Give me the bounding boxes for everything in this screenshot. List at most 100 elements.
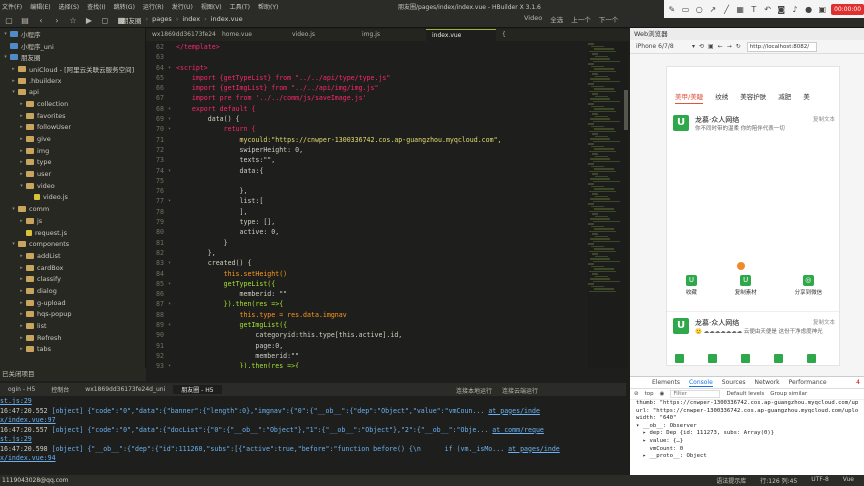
code-line[interactable]: 90 categoryid:this.type[this.active].id,	[146, 330, 624, 340]
fold-icon[interactable]	[168, 351, 176, 361]
code-line[interactable]: 82 },	[146, 248, 624, 258]
chevron-icon[interactable]: ▾	[2, 31, 9, 37]
device-select[interactable]: iPhone 6/7/8	[636, 43, 688, 50]
eye-icon[interactable]: ◉	[660, 391, 665, 397]
menu-item[interactable]: 发行(U)	[172, 2, 193, 12]
breadcrumb-item[interactable]: index	[182, 15, 200, 25]
fold-icon[interactable]: ▾	[168, 279, 176, 289]
console-tab[interactable]: wx1869dd36173fe24d_uni	[77, 386, 173, 393]
fold-icon[interactable]	[168, 135, 176, 145]
tree-item[interactable]: ▸ uniCloud - [阿里云关联云服务空间]	[0, 63, 145, 75]
tree-item[interactable]: ▸ dialog	[0, 285, 145, 297]
code-line[interactable]: 64 ▾ <script>	[146, 63, 624, 73]
minimap[interactable]	[588, 42, 628, 368]
speaker-icon[interactable]: ♪	[790, 4, 800, 15]
rotate-icon[interactable]: ⟲	[699, 43, 704, 50]
chevron-icon[interactable]: ▸	[10, 78, 17, 84]
fold-icon[interactable]: ▾	[168, 320, 176, 330]
tree-item[interactable]: ▾ 朋友圈	[0, 51, 145, 63]
code-line[interactable]: 68 ▾ export default {	[146, 104, 624, 114]
fold-icon[interactable]	[168, 269, 176, 279]
tree-item[interactable]: ▸ type	[0, 157, 145, 169]
code-line[interactable]: 85 ▾ getTypeList({	[146, 279, 624, 289]
menu-item[interactable]: 编辑(E)	[30, 2, 50, 12]
copy-text-button[interactable]: 复制文本	[813, 115, 835, 123]
code-line[interactable]: 76 },	[146, 186, 624, 196]
thumbnail[interactable]	[675, 354, 684, 363]
code-line[interactable]: 72 swiperHeight: 0,	[146, 145, 624, 155]
tree-item[interactable]: ▸ user	[0, 168, 145, 180]
rectangle-icon[interactable]: ▭	[681, 4, 691, 15]
log-source-link[interactable]: at pages/inde	[508, 445, 560, 453]
chevron-icon[interactable]: ▸	[18, 323, 25, 329]
fold-icon[interactable]	[168, 227, 176, 237]
log-levels-select[interactable]: Default levels	[726, 391, 764, 397]
chevron-icon[interactable]: ▸	[18, 346, 25, 352]
code-line[interactable]: 77 ▾ list:[	[146, 196, 624, 206]
console-tab[interactable]: 控制台	[43, 385, 77, 394]
chevron-icon[interactable]: ▾	[2, 54, 9, 60]
chevron-icon[interactable]: ▸	[18, 288, 25, 294]
chevron-icon[interactable]: ▸	[18, 159, 25, 165]
tree-item[interactable]: ▸ img	[0, 145, 145, 157]
code-line[interactable]: 91 page:0,	[146, 341, 624, 351]
tree-item[interactable]: ▸ Refresh	[0, 332, 145, 344]
forward-icon[interactable]: →	[727, 43, 732, 50]
run-status-item[interactable]: 连接本地运行	[456, 386, 492, 395]
fold-icon[interactable]	[168, 248, 176, 258]
fold-icon[interactable]	[168, 330, 176, 340]
chevron-icon[interactable]: ▸	[18, 136, 25, 142]
account-label[interactable]: 1119043028@qq.com	[0, 477, 69, 484]
chevron-icon[interactable]: ▸	[18, 148, 25, 154]
refresh-icon[interactable]: ↻	[736, 43, 741, 50]
tree-item[interactable]: ▾ video	[0, 180, 145, 192]
devtools-tab[interactable]: Network	[755, 379, 780, 386]
devtools-tab[interactable]: Sources	[722, 379, 746, 386]
status-item[interactable]: 语法提示库	[716, 476, 746, 485]
code-line[interactable]: 73 texts:"",	[146, 155, 624, 165]
tree-item[interactable]: ▾ api	[0, 86, 145, 98]
group-similar-checkbox[interactable]: Group similar	[770, 391, 807, 397]
chevron-icon[interactable]: ▸	[18, 311, 25, 317]
code-line[interactable]: 65 import {getTypeList} from "../../api/…	[146, 73, 624, 83]
code-line[interactable]: 81 }	[146, 238, 624, 248]
code-line[interactable]: 75	[146, 176, 624, 186]
tree-item[interactable]: ▸ cardBox	[0, 262, 145, 274]
text-icon[interactable]: T	[749, 4, 759, 15]
fold-icon[interactable]	[168, 289, 176, 299]
fold-icon[interactable]	[168, 93, 176, 103]
preview-icon[interactable]: ◻	[98, 14, 112, 26]
editor-tab[interactable]: {	[496, 29, 566, 41]
line-icon[interactable]: ╱	[722, 4, 732, 15]
chevron-icon[interactable]: ▸	[18, 335, 25, 341]
tree-item[interactable]: 小程序_uni	[0, 40, 145, 52]
editor-tab[interactable]: home.vue	[216, 29, 286, 41]
screen-icon[interactable]: ▣	[817, 4, 827, 15]
thumbnail[interactable]	[774, 354, 783, 363]
context-select[interactable]: top	[645, 391, 654, 397]
tree-item[interactable]: ▸ followUser	[0, 122, 145, 134]
breadcrumb-item[interactable]: 朋友圈	[122, 15, 142, 25]
camera-icon[interactable]: ◙	[776, 4, 786, 15]
code-line[interactable]: 62 </template>	[146, 42, 624, 52]
code-line[interactable]: 92 memberid:""	[146, 351, 624, 361]
favorite-icon[interactable]: ☆	[66, 14, 80, 26]
devtools-tab[interactable]: Console	[688, 379, 713, 387]
fold-icon[interactable]: ▾	[168, 63, 176, 73]
copy-text-button[interactable]: 复制文本	[813, 318, 835, 326]
url-input[interactable]	[746, 41, 817, 52]
chevron-icon[interactable]: ▸	[18, 265, 25, 271]
post-action-button[interactable]: ◎ 分享到微信	[795, 275, 822, 296]
editor-tab[interactable]: img.js	[356, 29, 426, 41]
mosaic-icon[interactable]: ▦	[735, 4, 745, 15]
find-option[interactable]: Video	[524, 14, 542, 24]
clear-console-icon[interactable]: ⊘	[634, 391, 639, 397]
category-tab[interactable]: 减肥	[778, 91, 791, 105]
fold-icon[interactable]	[168, 341, 176, 351]
code-line[interactable]: 69 ▾ data() {	[146, 114, 624, 124]
chevron-icon[interactable]: ▸	[18, 124, 25, 130]
chevron-icon[interactable]: ▾	[18, 183, 25, 189]
code-line[interactable]: 79 type: [],	[146, 217, 624, 227]
category-tab[interactable]: 美	[803, 91, 810, 105]
post-action-button[interactable]: U 收藏	[685, 275, 697, 296]
